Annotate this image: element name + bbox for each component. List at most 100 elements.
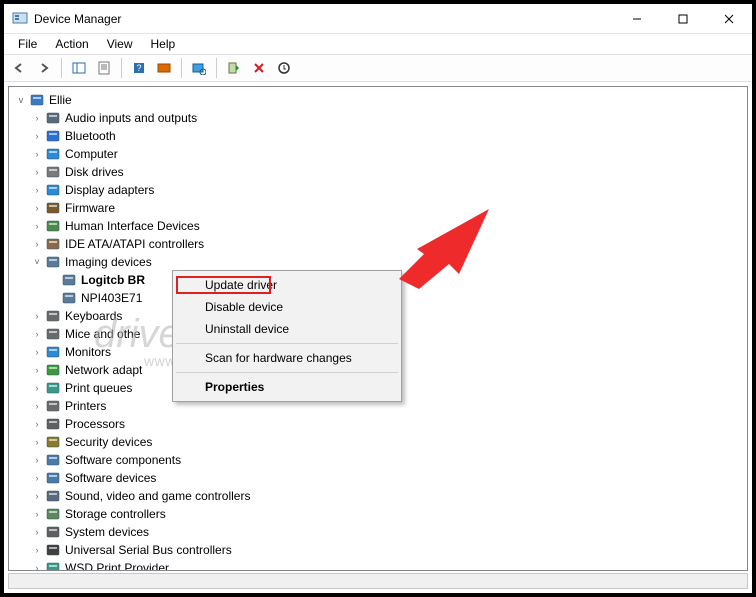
system-icon [45,524,61,540]
tree-category[interactable]: › Processors [15,415,747,433]
expand-icon[interactable]: › [31,544,43,556]
tree-category[interactable]: › Human Interface Devices [15,217,747,235]
expand-icon[interactable]: › [31,418,43,430]
usb-icon [45,542,61,558]
tree-category[interactable]: ˅ Imaging devices [15,253,747,271]
tree-category[interactable]: › Computer [15,145,747,163]
menu-action[interactable]: Action [47,35,96,53]
expand-icon[interactable]: › [31,112,43,124]
context-menu-item[interactable]: Properties [175,376,399,398]
expand-icon[interactable]: › [31,508,43,520]
tree-category[interactable]: › IDE ATA/ATAPI controllers [15,235,747,253]
ide-icon [45,236,61,252]
camera-icon [61,272,77,288]
tree-category[interactable]: › Software components [15,451,747,469]
hid-icon [45,218,61,234]
tree-category[interactable]: › Disk drives [15,163,747,181]
context-menu-item[interactable]: Scan for hardware changes [175,347,399,369]
tree-category-label: Security devices [65,435,152,449]
tree-category[interactable]: › WSD Print Provider [15,559,747,571]
sound-icon [45,488,61,504]
maximize-button[interactable] [660,4,706,33]
expand-icon[interactable]: › [31,400,43,412]
uninstall-icon[interactable] [273,57,295,79]
wsd-icon [45,560,61,571]
back-icon[interactable] [8,57,30,79]
tree-category[interactable]: › Universal Serial Bus controllers [15,541,747,559]
security-icon [45,434,61,450]
tree-category-label: Disk drives [65,165,124,179]
expand-icon[interactable]: › [31,346,43,358]
monitor-icon [45,344,61,360]
action-icon[interactable] [153,57,175,79]
software2-icon [45,470,61,486]
tree-category[interactable]: › System devices [15,523,747,541]
keyboard-icon [45,308,61,324]
mouse-icon [45,326,61,342]
tree-category-label: Audio inputs and outputs [65,111,197,125]
tree-category-label: Monitors [65,345,111,359]
tree-category-label: Mice and othe [65,327,140,341]
tree-category-label: Software devices [65,471,156,485]
expand-icon[interactable]: › [31,436,43,448]
tree-category[interactable]: › Audio inputs and outputs [15,109,747,127]
expand-icon[interactable]: › [31,310,43,322]
help-icon[interactable]: ? [128,57,150,79]
expand-icon[interactable]: › [31,328,43,340]
tree-category-label: IDE ATA/ATAPI controllers [65,237,204,251]
toolbar-separator [181,58,182,78]
scan-hardware-icon[interactable] [188,57,210,79]
storage-icon [45,506,61,522]
tree-category[interactable]: › Display adapters [15,181,747,199]
tree-category-label: WSD Print Provider [65,561,169,571]
disable-icon[interactable] [248,57,270,79]
expand-icon[interactable]: › [31,184,43,196]
tree-root[interactable]: v Ellie [15,91,747,109]
expand-icon[interactable]: › [31,202,43,214]
minimize-button[interactable] [614,4,660,33]
expand-icon[interactable]: › [31,562,43,571]
collapse-icon[interactable]: v [15,94,27,106]
tree-category[interactable]: › Bluetooth [15,127,747,145]
svg-text:?: ? [136,63,141,73]
camera-icon [61,290,77,306]
enable-icon[interactable] [223,57,245,79]
tree-category[interactable]: › Firmware [15,199,747,217]
expand-icon[interactable]: › [31,454,43,466]
context-menu-item[interactable]: Uninstall device [175,318,399,340]
menu-file[interactable]: File [10,35,45,53]
expand-icon[interactable]: › [31,148,43,160]
properties-page-icon[interactable] [93,57,115,79]
tree-category[interactable]: › Sound, video and game controllers [15,487,747,505]
expand-icon[interactable]: › [31,220,43,232]
tree-category[interactable]: › Security devices [15,433,747,451]
menu-help[interactable]: Help [143,35,184,53]
tree-category-label: Printers [65,399,106,413]
expand-icon[interactable]: › [31,382,43,394]
context-menu-item[interactable]: Update driver [175,274,399,296]
tree-category-label: Print queues [65,381,132,395]
context-menu-item[interactable]: Disable device [175,296,399,318]
close-button[interactable] [706,4,752,33]
tree-category[interactable]: › Storage controllers [15,505,747,523]
window-title: Device Manager [34,12,614,26]
expand-icon[interactable]: › [31,472,43,484]
expand-icon[interactable]: › [31,238,43,250]
tree-category-label: Firmware [65,201,115,215]
expand-icon[interactable]: › [31,526,43,538]
expand-icon[interactable]: › [31,130,43,142]
expand-icon[interactable]: › [31,490,43,502]
cpu-icon [45,416,61,432]
show-hide-tree-icon[interactable] [68,57,90,79]
menu-view[interactable]: View [99,35,141,53]
toolbar-separator [121,58,122,78]
expand-icon[interactable]: › [31,364,43,376]
tree-device-label: NPI403E71 [81,291,142,305]
tree-category[interactable]: › Software devices [15,469,747,487]
printer-icon [45,380,61,396]
forward-icon[interactable] [33,57,55,79]
tree-category-label: Storage controllers [65,507,166,521]
collapse-icon[interactable]: ˅ [31,256,43,268]
menubar: File Action View Help [4,34,752,54]
expand-icon[interactable]: › [31,166,43,178]
